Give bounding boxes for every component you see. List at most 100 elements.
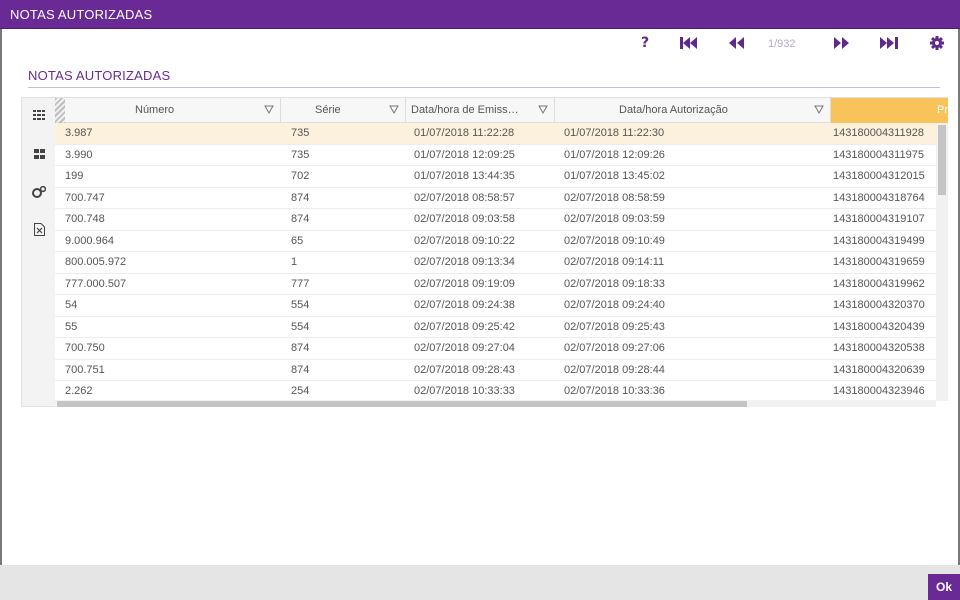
filter-icon[interactable] [538, 105, 548, 115]
scrollbar-thumb[interactable] [57, 401, 747, 407]
export-excel-icon[interactable] [32, 222, 46, 236]
gear-icon[interactable] [929, 34, 945, 52]
table-cell: 01/07/2018 13:44:35 [414, 170, 515, 182]
grid-body: 3.987 735 01/07/2018 11:22:28 01/07/2018 11… [55, 123, 936, 403]
column-resize-handle[interactable] [55, 98, 65, 123]
table-cell: 700.748 [65, 213, 105, 225]
column-header-serie[interactable]: Série [281, 98, 406, 123]
table-cell: 143180004320439 [833, 320, 925, 333]
table-cell: 65 [291, 234, 304, 247]
table-row[interactable]: 199 702 01/07/2018 13:44:35 01/07/2018 13:4… [55, 166, 936, 188]
table-row[interactable]: 9.000.964 65 02/07/2018 09:10:22 02/07/2018… [55, 231, 936, 252]
table-cell: 254 [291, 385, 310, 397]
page-indicator: 1/932 [768, 38, 796, 50]
column-header-numero[interactable]: Número [65, 98, 281, 123]
table-cell: 02/07/2018 09:19:09 [414, 277, 515, 290]
table-cell: 01/07/2018 11:22:28 [414, 127, 515, 139]
section-title: NOTAS AUTORIZADAS [28, 68, 171, 83]
horizontal-scrollbar[interactable] [55, 400, 936, 407]
table-cell: 02/07/2018 09:25:43 [564, 320, 665, 333]
section-divider [28, 87, 940, 88]
table-cell: 02/07/2018 09:25:42 [414, 320, 515, 333]
table-cell: 143180004318764 [833, 191, 925, 204]
table-row[interactable]: 777.000.507 777 02/07/2018 09:19:09 02/07/2… [55, 274, 936, 295]
table-cell: 02/07/2018 09:03:59 [564, 213, 665, 225]
ok-button[interactable]: Ok [928, 574, 960, 600]
table-cell: 01/07/2018 13:45:02 [564, 170, 665, 182]
table-cell: 702 [291, 170, 310, 182]
table-cell: 9.000.964 [65, 234, 114, 247]
table-cell: 554 [291, 299, 310, 311]
table-cell: 02/07/2018 08:58:57 [414, 191, 515, 204]
table-cell: 02/07/2018 09:18:33 [564, 277, 665, 290]
table-cell: 700.750 [65, 342, 105, 354]
table-cell: 01/07/2018 11:22:30 [564, 127, 665, 139]
table-row[interactable]: 700.750 874 02/07/2018 09:27:04 02/07/2018 … [55, 338, 936, 360]
table-cell: 55 [65, 320, 78, 333]
column-header-protocolo[interactable]: Pr [831, 98, 948, 123]
table-cell: 143180004319107 [833, 213, 925, 225]
table-cell: 02/07/2018 09:28:44 [564, 363, 665, 376]
table-cell: 1 [291, 256, 298, 268]
grid-view-icon[interactable] [32, 108, 46, 122]
group-view-icon[interactable] [32, 147, 46, 161]
table-cell: 700.747 [65, 191, 105, 204]
filter-icon[interactable] [264, 105, 274, 115]
table-cell: 02/07/2018 09:24:38 [414, 299, 515, 311]
table-cell: 02/07/2018 09:03:58 [414, 213, 515, 225]
filter-icon[interactable] [389, 105, 399, 115]
table-row[interactable]: 700.747 874 02/07/2018 08:58:57 02/07/2018 … [55, 188, 936, 209]
window-left-border [0, 29, 2, 565]
table-cell: 143180004312015 [833, 170, 925, 182]
help-icon[interactable]: ? [638, 34, 652, 52]
table-row[interactable]: 700.748 874 02/07/2018 09:03:58 02/07/2018 … [55, 209, 936, 231]
table-cell: 02/07/2018 08:58:59 [564, 191, 665, 204]
table-row[interactable]: 3.990 735 01/07/2018 12:09:25 01/07/2018 12… [55, 145, 936, 166]
table-row[interactable]: 3.987 735 01/07/2018 11:22:28 01/07/2018 11… [55, 123, 936, 145]
scrollbar-thumb[interactable] [938, 125, 946, 195]
table-cell: 143180004323946 [833, 385, 925, 397]
settings-cog-icon[interactable] [32, 185, 46, 199]
column-header-data-emissao[interactable]: Data/hora de Emiss… [406, 98, 555, 123]
table-cell: 01/07/2018 12:09:26 [564, 148, 665, 161]
previous-page-icon[interactable] [727, 34, 745, 52]
table-cell: 735 [291, 148, 310, 161]
table-cell: 143180004320370 [833, 299, 925, 311]
vertical-scrollbar[interactable] [936, 123, 948, 401]
table-cell: 143180004319499 [833, 234, 925, 247]
table-cell: 143180004311928 [833, 127, 924, 139]
table-cell: 02/07/2018 09:13:34 [414, 256, 515, 268]
table-cell: 874 [291, 342, 310, 354]
table-cell: 554 [291, 320, 310, 333]
table-cell: 143180004320538 [833, 342, 925, 354]
footer-bar [0, 565, 960, 600]
table-cell: 02/07/2018 09:10:49 [564, 234, 665, 247]
table-cell: 02/07/2018 09:24:40 [564, 299, 665, 311]
table-row[interactable]: 54 554 02/07/2018 09:24:38 02/07/2018 09:24… [55, 295, 936, 317]
first-page-icon[interactable] [678, 34, 700, 52]
table-cell: 874 [291, 213, 310, 225]
table-cell: 199 [65, 170, 84, 182]
grid-side-toolbar [21, 97, 55, 407]
column-header-data-autorizacao[interactable]: Data/hora Autorização [555, 98, 831, 123]
table-cell: 3.990 [65, 148, 93, 161]
filter-icon[interactable] [814, 105, 824, 115]
table-cell: 874 [291, 191, 310, 204]
table-cell: 874 [291, 363, 310, 376]
grid-header: Número Série Data/hora de Emiss… Data/ho… [55, 98, 948, 123]
table-cell: 02/07/2018 09:27:04 [414, 342, 515, 354]
table-cell: 143180004319659 [833, 256, 925, 268]
table-cell: 02/07/2018 09:10:22 [414, 234, 515, 247]
pagination-toolbar: ? 1/932 [0, 30, 960, 56]
table-row[interactable]: 700.751 874 02/07/2018 09:28:43 02/07/2018 … [55, 360, 936, 381]
table-cell: 143180004311975 [833, 148, 924, 161]
last-page-icon[interactable] [878, 34, 900, 52]
next-page-icon[interactable] [832, 34, 850, 52]
table-cell: 02/07/2018 09:14:11 [564, 256, 665, 268]
table-cell: 02/07/2018 09:27:06 [564, 342, 665, 354]
table-cell: 143180004320639 [833, 363, 925, 376]
table-row[interactable]: 800.005.972 1 02/07/2018 09:13:34 02/07/201… [55, 252, 936, 274]
table-cell: 02/07/2018 09:28:43 [414, 363, 515, 376]
window-title: NOTAS AUTORIZADAS [10, 7, 153, 22]
table-row[interactable]: 55 554 02/07/2018 09:25:42 02/07/2018 09:25… [55, 317, 936, 338]
